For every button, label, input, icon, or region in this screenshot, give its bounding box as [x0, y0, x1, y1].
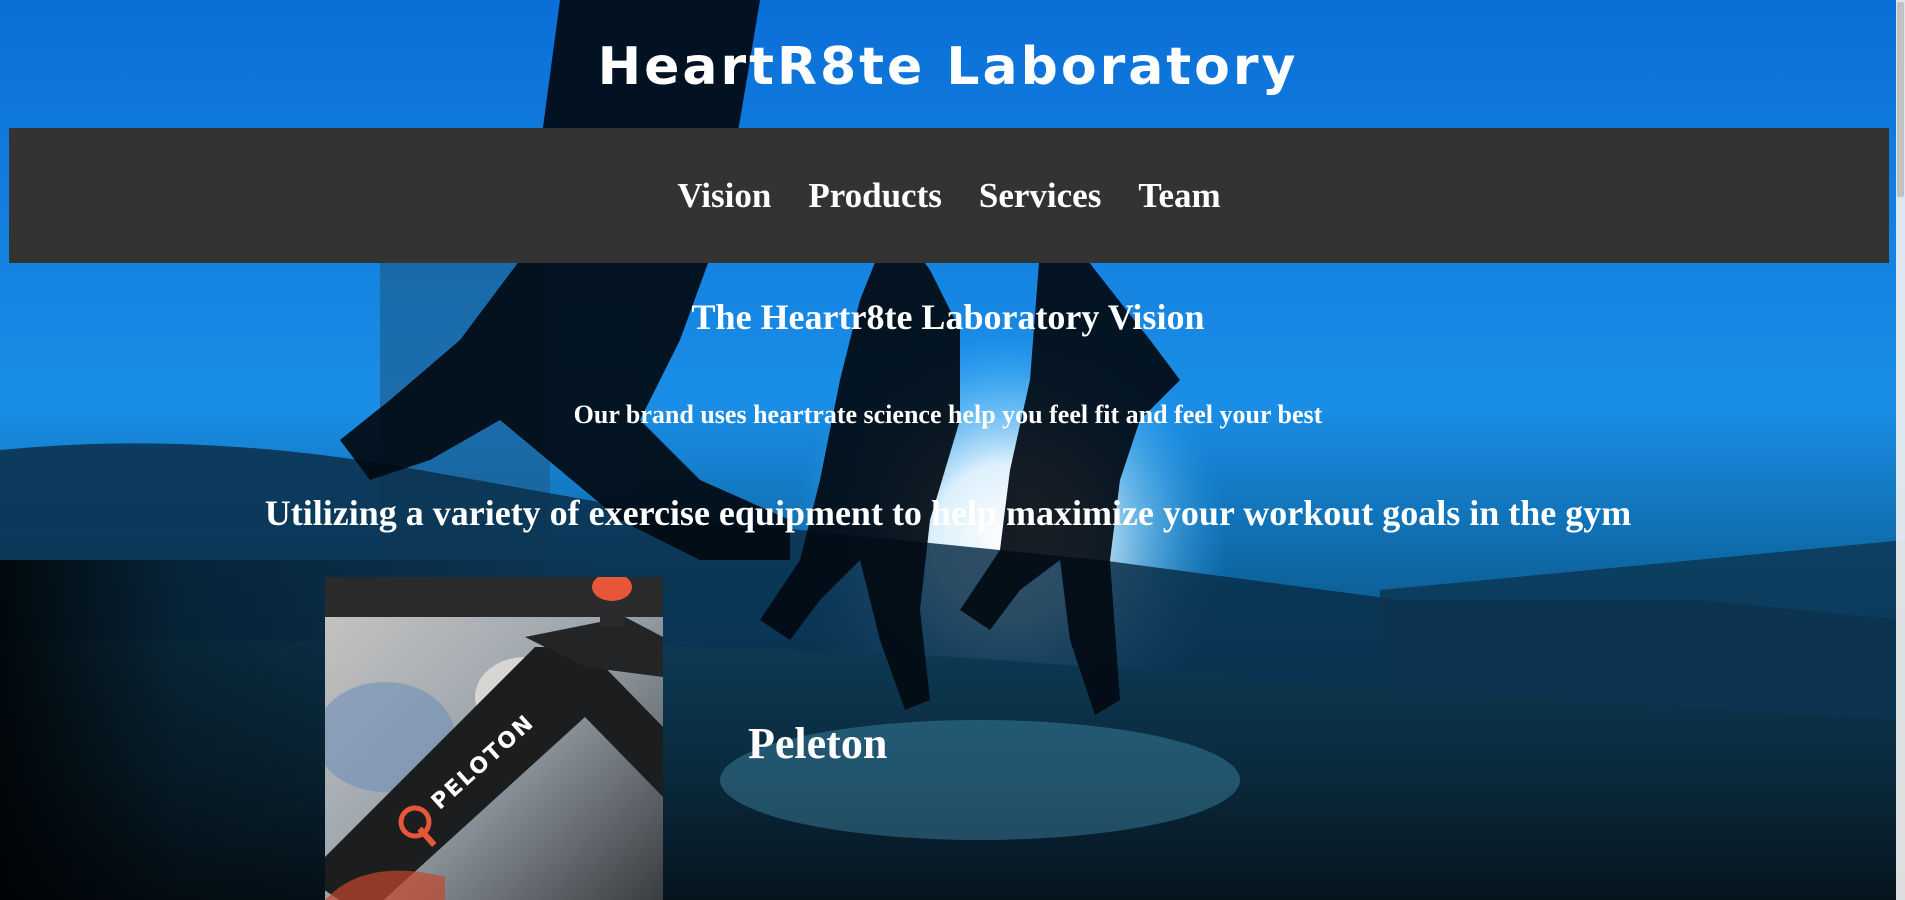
product-name-peleton: Peleton: [748, 719, 888, 768]
scrollbar-thumb[interactable]: [1897, 2, 1904, 197]
nav-link-team[interactable]: Team: [1138, 176, 1220, 216]
nav-link-services[interactable]: Services: [979, 176, 1101, 216]
product-image-peleton: PELOTON: [325, 577, 663, 900]
vision-heading: The Heartr8te Laboratory Vision: [691, 297, 1205, 337]
vision-tagline: Our brand uses heartrate science help yo…: [573, 400, 1323, 429]
site-title: HeartR8te Laboratory: [597, 37, 1299, 97]
vision-description: Utilizing a variety of exercise equipmen…: [264, 493, 1632, 533]
nav-link-vision[interactable]: Vision: [677, 176, 771, 216]
nav-link-products[interactable]: Products: [808, 176, 942, 216]
main-navbar: Vision Products Services Team: [9, 128, 1889, 263]
